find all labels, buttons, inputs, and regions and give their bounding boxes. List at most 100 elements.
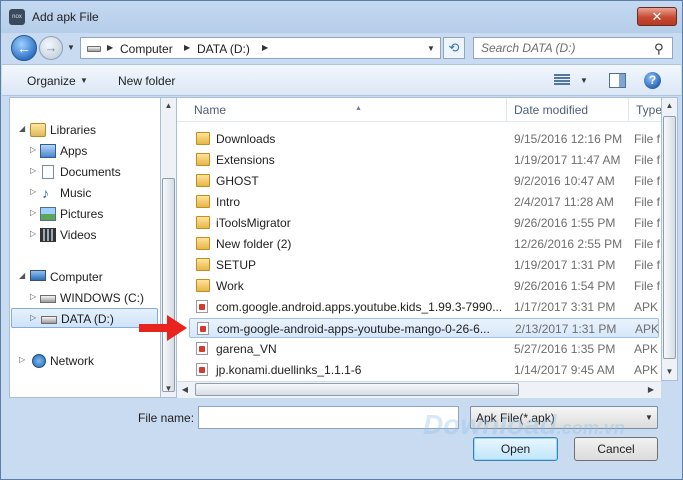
file-row[interactable]: Intro 2/4/2017 11:28 AM File f — [189, 192, 660, 212]
collapsed-triangle-icon[interactable]: ▷ — [19, 355, 25, 364]
file-row[interactable]: SETUP 1/19/2017 1:31 PM File f — [189, 255, 660, 275]
breadcrumb-arrow-icon[interactable]: ▶ — [184, 43, 190, 52]
file-date-modified: 1/17/2017 3:31 PM — [514, 300, 616, 314]
preview-pane-icon[interactable] — [609, 73, 626, 88]
nav-item-documents[interactable]: ▷ Documents — [16, 162, 156, 182]
horizontal-scroll-thumb[interactable] — [195, 383, 519, 396]
navigation-scrollbar[interactable]: ▲ ▼ — [160, 97, 177, 398]
forward-button[interactable]: → — [39, 36, 63, 60]
expanded-triangle-icon[interactable]: ◢ — [19, 124, 25, 133]
navigation-pane[interactable]: ◢ Libraries ▷ Apps ▷ Documents ▷ ♪ Music… — [9, 97, 160, 398]
nav-item-apps[interactable]: ▷ Apps — [16, 141, 156, 161]
file-name: com.google.android.apps.youtube.kids_1.9… — [216, 300, 503, 314]
title-bar[interactable]: nox Add apk File ✕ — [1, 1, 682, 33]
file-row[interactable]: com-google-android-apps-youtube-mango-0-… — [189, 318, 659, 338]
libraries-icon — [30, 123, 46, 137]
folder-icon — [196, 258, 210, 271]
column-header-date[interactable]: Date modified — [506, 98, 626, 122]
file-row[interactable]: com.google.android.apps.youtube.kids_1.9… — [189, 297, 659, 317]
expanded-triangle-icon[interactable]: ◢ — [19, 271, 25, 280]
chevron-down-icon: ▼ — [67, 43, 75, 52]
recent-locations-dropdown[interactable]: ▼ — [67, 43, 75, 52]
nav-item-windows-drive[interactable]: ▷ WINDOWS (C:) — [16, 288, 156, 308]
scroll-up-icon[interactable]: ▲ — [161, 98, 176, 114]
collapsed-triangle-icon[interactable]: ▷ — [30, 187, 36, 196]
nav-label: Pictures — [60, 207, 104, 221]
search-input[interactable] — [474, 38, 652, 58]
file-list-horizontal-scrollbar[interactable]: ◀ ▶ — [177, 381, 661, 398]
folder-icon — [196, 216, 210, 229]
breadcrumb-data-drive[interactable]: DATA (D:) — [197, 42, 250, 56]
nav-item-pictures[interactable]: ▷ Pictures — [16, 204, 156, 224]
file-name: Downloads — [216, 132, 276, 146]
drive-icon — [87, 46, 101, 52]
breadcrumb-arrow-icon[interactable]: ▶ — [262, 43, 268, 52]
open-button[interactable]: Open — [473, 437, 558, 461]
back-button[interactable]: ← — [11, 35, 37, 61]
folder-icon — [196, 195, 210, 208]
nox-app-icon: nox — [9, 9, 25, 25]
nav-item-videos[interactable]: ▷ Videos — [16, 225, 156, 245]
scroll-right-icon[interactable]: ▶ — [643, 382, 659, 398]
nav-item-libraries[interactable]: ◢ Libraries — [16, 120, 156, 140]
cancel-button[interactable]: Cancel — [574, 437, 658, 461]
scroll-down-icon[interactable]: ▼ — [161, 381, 176, 397]
file-row[interactable]: garena_VN 5/27/2016 1:35 PM APK — [189, 339, 659, 359]
file-date-modified: 9/15/2016 12:16 PM — [514, 132, 623, 146]
apk-file-icon — [196, 300, 208, 313]
scroll-up-icon[interactable]: ▲ — [662, 98, 677, 114]
column-header-name[interactable]: Name ▲ — [187, 98, 513, 122]
file-type: File f — [634, 279, 661, 293]
nav-item-network[interactable]: ▷ Network — [16, 351, 156, 371]
file-list[interactable]: Name ▲ Date modified Type Downloads 9/15/… — [177, 97, 661, 398]
address-bar[interactable]: ▶ Computer ▶ DATA (D:) ▶ ▼ — [80, 37, 441, 59]
file-row[interactable]: Work 9/26/2016 1:54 PM File f — [189, 276, 661, 296]
navigation-scroll-thumb[interactable] — [162, 178, 175, 392]
file-list-scroll-thumb[interactable] — [663, 116, 676, 359]
collapsed-triangle-icon[interactable]: ▷ — [30, 292, 36, 301]
file-date-modified: 1/19/2017 1:31 PM — [514, 258, 616, 272]
breadcrumb-computer[interactable]: Computer — [120, 42, 173, 56]
file-type: APK — [635, 322, 660, 336]
change-view-icon[interactable] — [554, 74, 570, 86]
nav-item-data-drive[interactable]: ▷ DATA (D:) — [11, 308, 158, 328]
scroll-left-icon[interactable]: ◀ — [177, 382, 193, 398]
file-type-select[interactable]: Apk File(*.apk) ▼ — [470, 406, 658, 429]
column-header-type[interactable]: Type — [628, 98, 661, 122]
file-date-modified: 9/26/2016 1:55 PM — [514, 216, 616, 230]
nav-item-music[interactable]: ▷ ♪ Music — [16, 183, 156, 203]
search-icon[interactable]: ⚲ — [654, 41, 664, 57]
nav-item-computer[interactable]: ◢ Computer — [16, 267, 156, 287]
window-title: Add apk File — [32, 10, 99, 24]
file-name-input[interactable] — [198, 406, 459, 429]
new-folder-button[interactable]: New folder — [118, 74, 175, 88]
breadcrumb-arrow-icon[interactable]: ▶ — [107, 43, 113, 52]
nav-label: Music — [60, 186, 92, 200]
collapsed-triangle-icon[interactable]: ▷ — [30, 229, 36, 238]
file-name: garena_VN — [216, 342, 277, 356]
file-name: Extensions — [216, 153, 275, 167]
address-dropdown[interactable]: ▼ — [427, 44, 435, 53]
file-date-modified: 2/4/2017 11:28 AM — [514, 195, 614, 209]
file-row[interactable]: GHOST 9/2/2016 10:47 AM File f — [189, 171, 660, 191]
scroll-down-icon[interactable]: ▼ — [662, 364, 677, 380]
file-row[interactable]: iToolsMigrator 9/26/2016 1:55 PM File f — [189, 213, 660, 233]
file-row[interactable]: Downloads 9/15/2016 12:16 PM File f — [189, 129, 660, 149]
folder-icon — [196, 132, 210, 145]
file-row[interactable]: Extensions 1/19/2017 11:47 AM File f — [189, 150, 660, 170]
help-icon[interactable]: ? — [644, 72, 661, 89]
view-options-chevron-icon[interactable]: ▼ — [580, 76, 588, 85]
file-list-vertical-scrollbar[interactable]: ▲ ▼ — [661, 97, 678, 381]
collapsed-triangle-icon[interactable]: ▷ — [30, 145, 36, 154]
refresh-button[interactable]: ⟲ — [443, 37, 465, 59]
collapsed-triangle-icon[interactable]: ▷ — [30, 313, 36, 322]
file-row[interactable]: New folder (2) 12/26/2016 2:55 PM File f — [189, 234, 660, 254]
close-button[interactable]: ✕ — [637, 7, 677, 26]
organize-button[interactable]: Organize — [27, 74, 76, 88]
chevron-down-icon[interactable]: ▼ — [80, 76, 88, 85]
file-row[interactable]: jp.konami.duellinks_1.1.1-6 1/14/2017 9:4… — [189, 360, 659, 380]
collapsed-triangle-icon[interactable]: ▷ — [30, 208, 36, 217]
search-box[interactable]: ⚲ — [473, 37, 673, 59]
folder-icon — [196, 279, 210, 292]
collapsed-triangle-icon[interactable]: ▷ — [30, 166, 36, 175]
